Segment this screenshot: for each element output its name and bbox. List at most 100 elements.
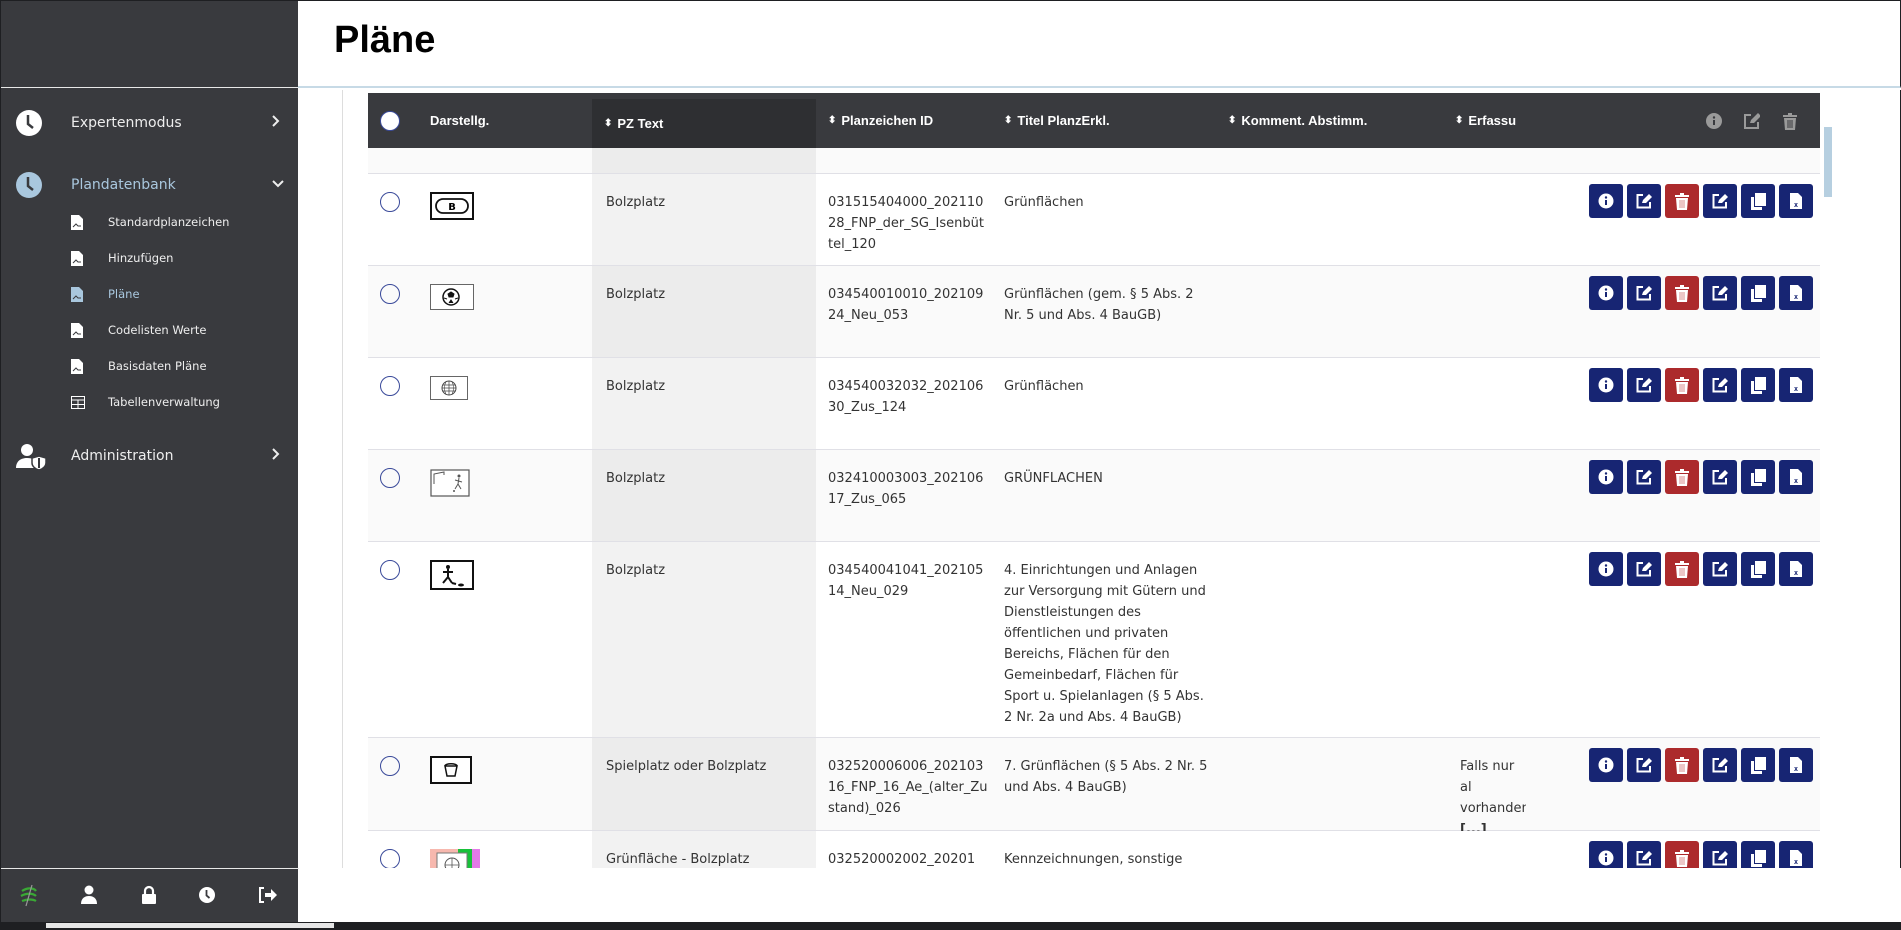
info-button[interactable] <box>1589 184 1623 218</box>
row-select-radio[interactable] <box>380 192 400 212</box>
copy-button[interactable] <box>1741 460 1775 494</box>
vertical-scrollbar[interactable] <box>1824 127 1832 197</box>
logo-icon[interactable] <box>15 881 43 909</box>
info-button[interactable] <box>1589 276 1623 310</box>
titel-cell: 4. Einrichtungen und Anlagen zur Versorg… <box>1004 563 1206 725</box>
row-select-radio[interactable] <box>380 284 400 304</box>
edit-plan-button[interactable] <box>1703 184 1737 218</box>
export-excel-button[interactable]: x <box>1779 552 1813 586</box>
column-header-titel[interactable]: ⬍ Titel PlanzErkl. <box>1004 93 1110 148</box>
edit-icon <box>1712 285 1728 301</box>
row-select-radio[interactable] <box>380 849 400 868</box>
kicking-player-symbol <box>430 560 474 597</box>
table-row[interactable]: Bolzplatz 034540032032_20210630_Zus_124 … <box>368 358 1820 450</box>
info-button[interactable] <box>1589 552 1623 586</box>
clock-icon[interactable] <box>193 881 221 909</box>
edit-button[interactable] <box>1627 748 1661 782</box>
edit-button[interactable] <box>1627 552 1661 586</box>
export-excel-button[interactable]: x <box>1779 368 1813 402</box>
edit-button[interactable] <box>1627 460 1661 494</box>
select-all-radio[interactable] <box>380 111 400 131</box>
file-excel-icon: x <box>1790 285 1802 301</box>
edit-button[interactable] <box>1627 368 1661 402</box>
row-select-radio[interactable] <box>380 560 400 580</box>
delete-button[interactable] <box>1665 276 1699 310</box>
export-excel-button[interactable]: x <box>1779 748 1813 782</box>
copy-button[interactable] <box>1741 552 1775 586</box>
row-actions: x <box>1589 184 1813 218</box>
column-header-pz-text[interactable]: ⬍ PZ Text <box>592 99 816 148</box>
delete-button[interactable] <box>1665 460 1699 494</box>
colored-map-globe-symbol <box>430 849 480 868</box>
info-button[interactable] <box>1589 748 1623 782</box>
copy-button[interactable] <box>1741 276 1775 310</box>
row-select-radio[interactable] <box>380 468 400 488</box>
sidebar-item-administration[interactable]: Administration <box>1 436 299 476</box>
edit-icon[interactable] <box>1742 111 1762 131</box>
delete-button[interactable] <box>1665 368 1699 402</box>
edit-plan-button[interactable] <box>1703 368 1737 402</box>
lock-icon[interactable] <box>135 881 163 909</box>
table-row[interactable]: Spielplatz oder Bolzplatz 032520006006_2… <box>368 738 1820 837</box>
delete-button[interactable] <box>1665 748 1699 782</box>
copy-button[interactable] <box>1741 368 1775 402</box>
copy-button[interactable] <box>1741 748 1775 782</box>
sidebar-item-plandatenbank[interactable]: Plandatenbank <box>1 165 299 205</box>
column-header-planzeichen-id[interactable]: ⬍ Planzeichen ID <box>828 93 933 148</box>
info-button[interactable] <box>1589 841 1623 868</box>
user-icon[interactable] <box>75 881 103 909</box>
chevron-right-icon <box>271 114 281 132</box>
edit-icon <box>1712 193 1728 209</box>
export-excel-button[interactable]: x <box>1779 841 1813 868</box>
copy-button[interactable] <box>1741 184 1775 218</box>
table-row[interactable]: B Bolzplatz 031515404000_20211028_FNP_de… <box>368 174 1820 266</box>
edit-button[interactable] <box>1627 184 1661 218</box>
delete-button[interactable] <box>1665 184 1699 218</box>
pz-text-cell: Bolzplatz <box>606 287 666 302</box>
row-select-radio[interactable] <box>380 376 400 396</box>
edit-icon <box>1712 561 1728 577</box>
export-excel-button[interactable]: x <box>1779 460 1813 494</box>
sidebar-subitem-codelisten-werte[interactable]: Codelisten Werte <box>71 315 291 345</box>
file-excel-icon: x <box>1790 757 1802 773</box>
sidebar-subitem-standardplanzeichen[interactable]: Standardplanzeichen <box>71 207 291 237</box>
info-icon[interactable] <box>1704 111 1724 131</box>
sidebar-subitem-basisdaten-plaene[interactable]: Basisdaten Pläne <box>71 351 291 381</box>
edit-button[interactable] <box>1627 276 1661 310</box>
delete-button[interactable] <box>1665 552 1699 586</box>
export-excel-button[interactable]: x <box>1779 276 1813 310</box>
column-header-komment[interactable]: ⬍ Komment. Abstimm. <box>1228 93 1367 148</box>
pz-text-cell: Bolzplatz <box>606 563 666 578</box>
edit-plan-button[interactable] <box>1703 276 1737 310</box>
sign-out-icon[interactable] <box>254 881 282 909</box>
export-excel-button[interactable]: x <box>1779 184 1813 218</box>
edit-plan-button[interactable] <box>1703 748 1737 782</box>
column-header-erfassung[interactable]: ⬍ Erfassu <box>1455 93 1516 148</box>
table-body: B Bolzplatz 031515404000_20211028_FNP_de… <box>368 174 1820 868</box>
planzeichen-id-cell: 031515404000_20211028_FNP_der_SG_Isenbüt… <box>828 195 984 252</box>
table-row[interactable]: Bolzplatz 032410003003_20210617_Zus_065 … <box>368 450 1820 542</box>
delete-button[interactable] <box>1665 841 1699 868</box>
table-row[interactable]: Bolzplatz 034540010010_20210924_Neu_053 … <box>368 266 1820 358</box>
info-button[interactable] <box>1589 460 1623 494</box>
edit-plan-button[interactable] <box>1703 460 1737 494</box>
horizontal-scrollbar[interactable] <box>46 923 334 928</box>
info-button[interactable] <box>1589 368 1623 402</box>
table-row[interactable]: Bolzplatz 034540041041_20210514_Neu_029 … <box>368 542 1820 738</box>
info-icon <box>1598 285 1614 301</box>
pz-column-bg <box>592 358 816 449</box>
table-row[interactable]: Grünfläche - Bolzplatz 032520002002_2020… <box>368 831 1820 868</box>
trash-icon[interactable] <box>1780 111 1800 131</box>
sidebar-subitem-tabellenverwaltung[interactable]: Tabellenverwaltung <box>71 387 291 417</box>
info-icon <box>1598 193 1614 209</box>
copy-button[interactable] <box>1741 841 1775 868</box>
edit-plan-button[interactable] <box>1703 841 1737 868</box>
copy-icon <box>1750 192 1766 210</box>
row-select-radio[interactable] <box>380 756 400 776</box>
sidebar-item-expertenmodus[interactable]: Expertenmodus <box>1 103 299 143</box>
edit-plan-button[interactable] <box>1703 552 1737 586</box>
sidebar-item-label: Expertenmodus <box>71 115 182 131</box>
edit-button[interactable] <box>1627 841 1661 868</box>
sidebar-subitem-plaene[interactable]: Pläne <box>71 279 291 309</box>
sidebar-subitem-hinzufuegen[interactable]: Hinzufügen <box>71 243 291 273</box>
